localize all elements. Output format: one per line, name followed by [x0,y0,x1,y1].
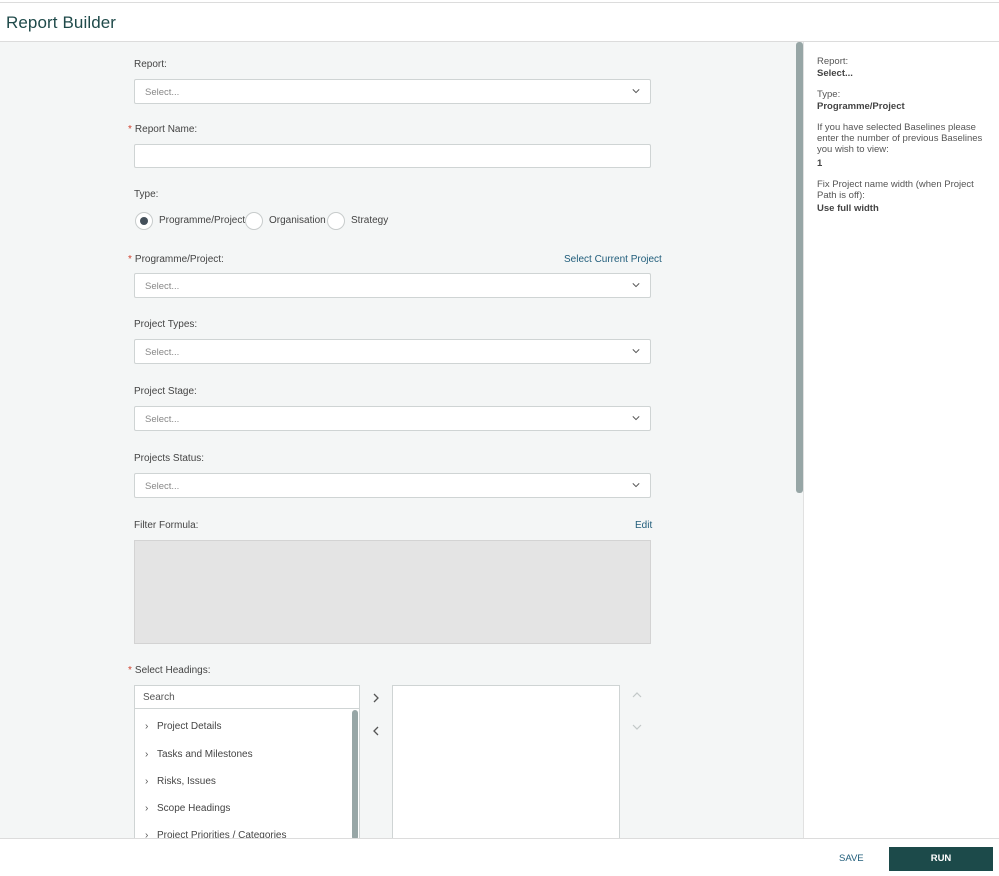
main-scrollbar-thumb[interactable] [796,42,803,493]
add-heading-button[interactable] [372,692,380,706]
list-item-label: Tasks and Milestones [157,749,253,760]
programme-project-select[interactable]: Select... [134,273,651,298]
page-title: Report Builder [6,13,117,32]
filter-formula-box [134,540,651,644]
summary-type-label: Type: [817,89,841,100]
chevron-down-icon [632,724,642,730]
report-select-value: Select... [145,87,180,98]
headings-list-scrollbar[interactable] [352,710,358,840]
move-up-button[interactable] [632,690,642,702]
list-item[interactable]: › Risks, Issues [145,776,216,787]
edit-formula-link[interactable]: Edit [635,520,652,531]
chevron-down-icon [632,89,640,94]
chevron-right-icon: › [145,749,149,760]
filter-formula-label: Filter Formula: [134,520,199,531]
projects-status-select[interactable]: Select... [134,473,651,498]
select-headings-label: * Select Headings: [128,665,211,676]
radio-programme-project[interactable] [135,212,153,230]
report-name-label: * Report Name: [128,124,197,135]
chevron-right-icon: › [145,721,149,732]
app-header: Report Builder [0,3,999,42]
list-item[interactable]: › Project Details [145,721,221,732]
remove-heading-button[interactable] [372,725,380,739]
chevron-right-icon [373,693,379,703]
radio-strategy[interactable] [327,212,345,230]
list-item[interactable]: › Tasks and Milestones [145,749,253,760]
radio-label-organisation[interactable]: Organisation [269,215,326,226]
chevron-left-icon [373,726,379,736]
required-marker: * [128,665,132,676]
project-types-label: Project Types: [134,319,198,330]
report-select[interactable]: Select... [134,79,651,104]
chevron-down-icon [632,416,640,421]
project-stage-label: Project Stage: [134,386,197,397]
summary-report-value: Select... [817,68,853,79]
report-name-input[interactable] [134,144,651,168]
projects-status-select-value: Select... [145,481,180,492]
programme-project-label-text: Programme/Project: [134,254,224,265]
projects-status-label: Projects Status: [134,453,205,464]
project-types-select-value: Select... [145,347,180,358]
project-stage-select[interactable]: Select... [134,406,651,431]
project-stage-select-value: Select... [145,414,180,425]
programme-project-label: * Programme/Project: [128,254,224,265]
radio-organisation[interactable] [245,212,263,230]
list-item-label: Risks, Issues [157,776,216,787]
summary-report-label: Report: [817,56,849,67]
footer-bar: SAVE RUN [0,838,999,876]
chevron-up-icon [632,692,642,698]
headings-list: › Project Details › Tasks and Milestones ›… [134,709,360,849]
select-current-project-link[interactable]: Select Current Project [564,254,662,265]
headings-search-input[interactable]: Search [134,685,360,709]
project-types-select[interactable]: Select... [134,339,651,364]
chevron-down-icon [632,283,640,288]
summary-width-text: Fix Project name width (when Project Pat… [817,179,974,201]
report-name-label-text: Report Name: [134,124,198,135]
summary-width-value: Use full width [817,203,879,214]
list-item-label: Project Details [157,721,222,732]
headings-search-placeholder: Search [143,692,175,703]
chevron-down-icon [632,349,640,354]
list-item[interactable]: › Scope Headings [145,803,230,814]
summary-panel: Report: Select... Type: Programme/Projec… [804,42,999,838]
radio-selected-dot [140,217,148,225]
radio-label-programme-project[interactable]: Programme/Project [159,215,245,226]
chevron-down-icon [632,483,640,488]
radio-label-strategy[interactable]: Strategy [351,215,388,226]
summary-type-value: Programme/Project [817,101,905,112]
summary-baselines-value: 1 [817,158,823,169]
move-down-button[interactable] [632,722,642,734]
report-label: Report: [134,59,167,70]
summary-baselines-text: If you have selected Baselines please en… [817,122,983,155]
selected-headings-list[interactable] [392,685,620,845]
chevron-right-icon: › [145,776,149,787]
run-button[interactable]: RUN [889,847,993,871]
save-button[interactable]: SAVE [839,853,864,864]
select-headings-label-text: Select Headings: [134,665,211,676]
programme-project-select-value: Select... [145,281,180,292]
chevron-right-icon: › [145,803,149,814]
required-marker: * [128,254,132,265]
type-label: Type: [134,189,159,200]
required-marker: * [128,124,132,135]
list-item-label: Scope Headings [157,803,231,814]
